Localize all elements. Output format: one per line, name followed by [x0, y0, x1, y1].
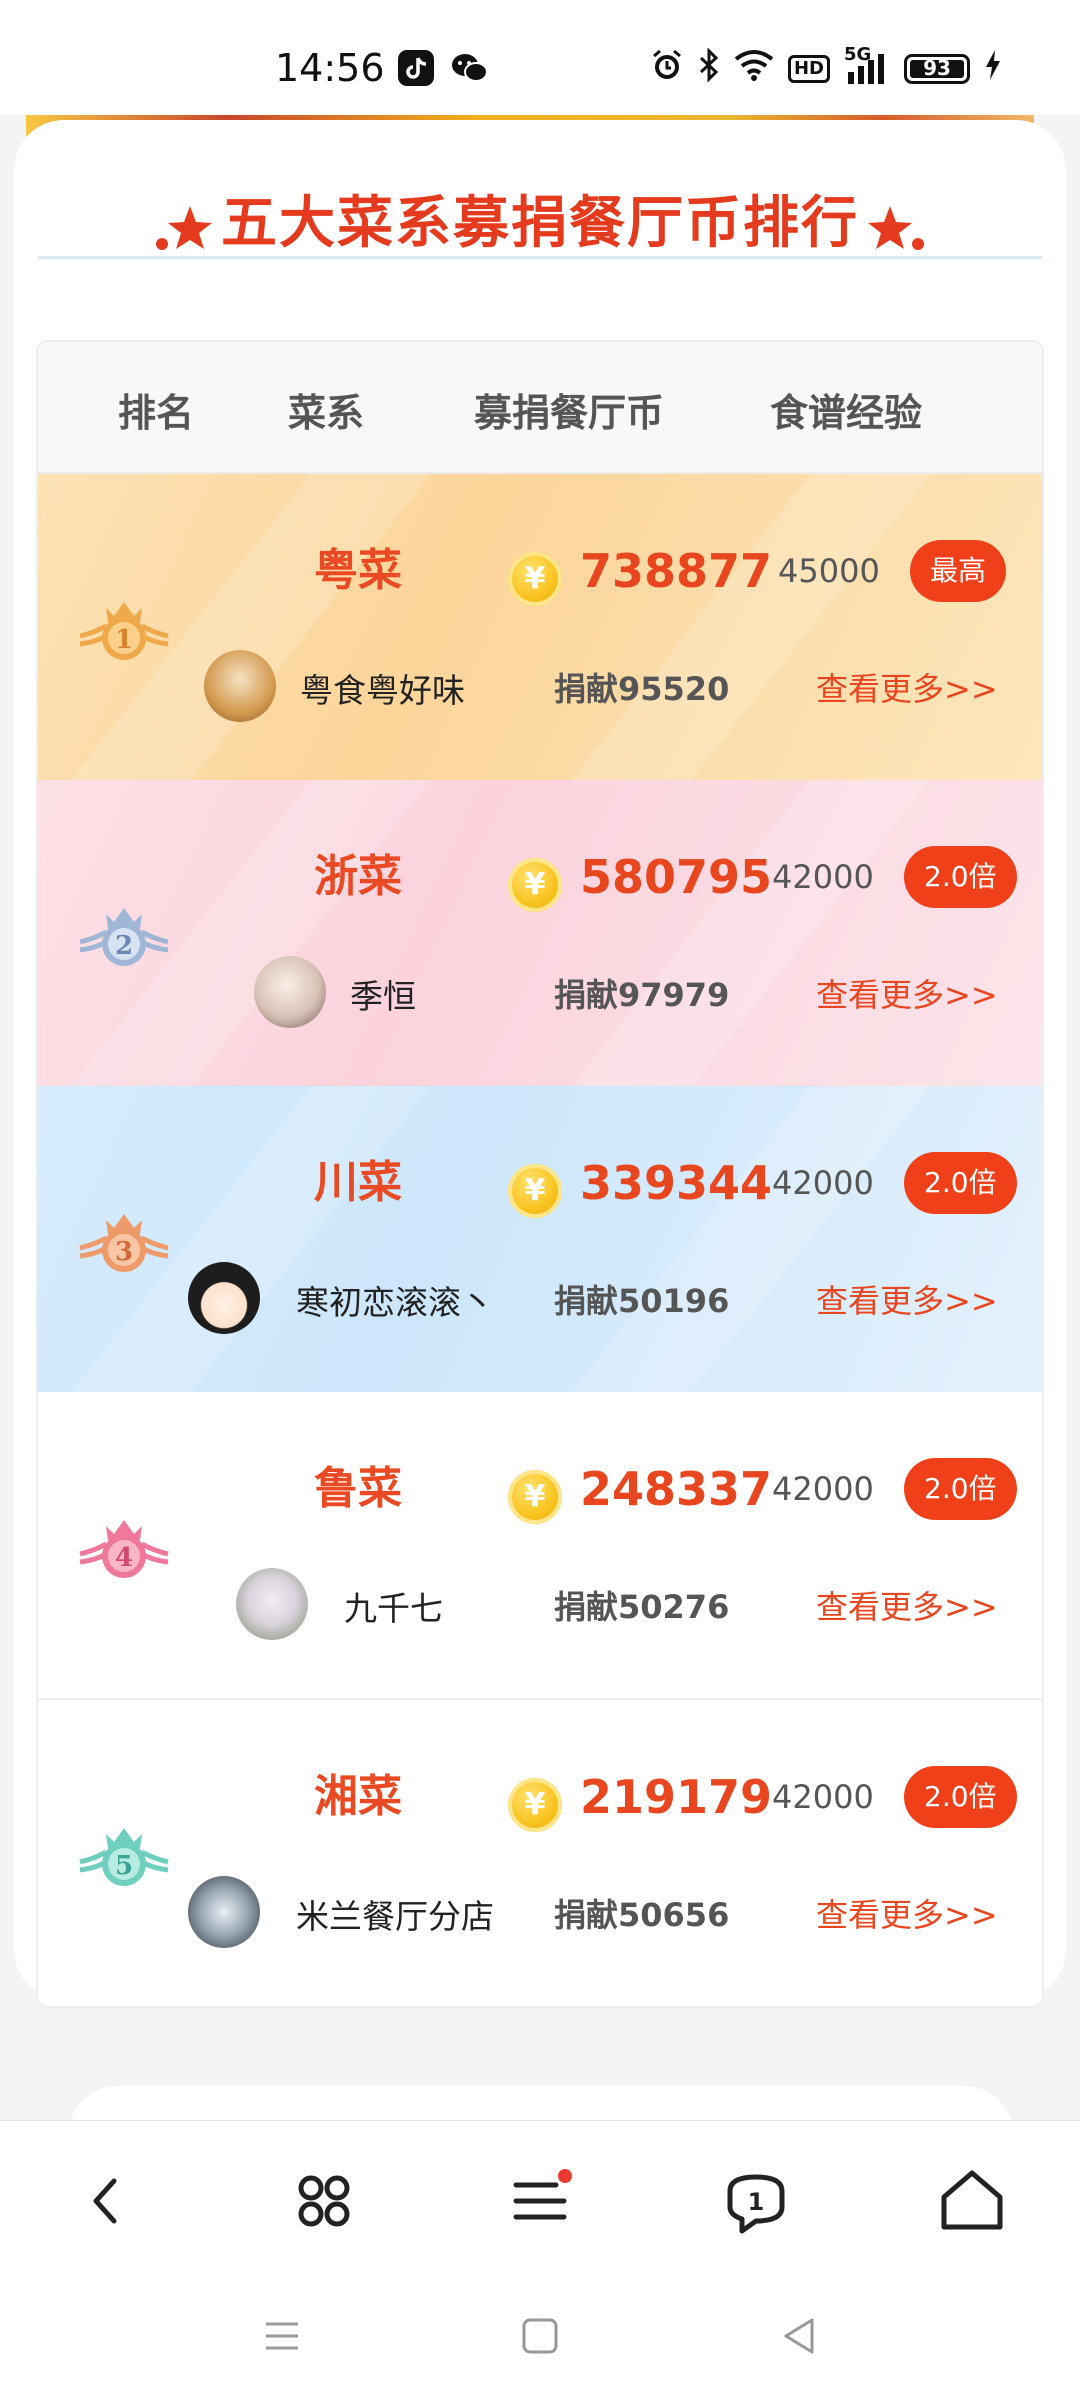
recipe-exp: 45000 — [778, 552, 880, 590]
view-more-link[interactable]: 查看更多>> — [816, 1582, 998, 1628]
recipe-exp: 42000 — [772, 1470, 874, 1508]
avatar[interactable] — [236, 1568, 308, 1640]
header-exp: 食谱经验 — [770, 391, 923, 435]
donation-amount: 捐献50656 — [554, 1896, 730, 1934]
coin-icon: ¥ — [508, 1778, 562, 1832]
coin-amount: 219179 — [580, 1770, 773, 1824]
coin-amount: 738877 — [580, 544, 773, 598]
coin-icon: ¥ — [508, 552, 562, 606]
alarm-icon — [650, 48, 684, 89]
donation-amount: 捐献97979 — [554, 976, 730, 1014]
table-header: 排名 菜系 募捐餐厅币 食谱经验 — [38, 342, 1042, 474]
svg-text:4: 4 — [115, 1543, 133, 1573]
menu-icon[interactable] — [500, 2161, 580, 2241]
status-bar: 14:56 HD 5G 93 — [0, 0, 1080, 115]
table-row: 5 湘菜 ¥ 219179 42000 2.0倍 米兰餐厅分店 捐献50656 … — [38, 1700, 1042, 2006]
svg-text:3: 3 — [115, 1237, 133, 1267]
avatar[interactable] — [204, 650, 276, 722]
ranking-card: 五大菜系募捐餐厅币排行 排名 菜系 募捐餐厅币 食谱经验 1 粤菜 ¥ 7388… — [14, 120, 1066, 2008]
rank-3-medal-icon: 3 — [79, 1214, 169, 1272]
donation-amount: 捐献50196 — [554, 1282, 730, 1320]
table-row: 2 浙菜 ¥ 580795 42000 2.0倍 季恒 捐献97979 查看更多… — [38, 780, 1042, 1086]
view-more-link[interactable]: 查看更多>> — [816, 664, 998, 710]
multiplier-badge: 最高 — [910, 540, 1007, 602]
home-icon[interactable] — [932, 2161, 1012, 2241]
screen: 14:56 HD 5G 93 五大菜系募捐餐厅币排行 排名 菜系 募捐餐厅币 食… — [0, 0, 1080, 2400]
recipe-exp: 42000 — [772, 858, 874, 896]
view-more-link[interactable]: 查看更多>> — [816, 970, 998, 1016]
rank-5-medal-icon: 5 — [79, 1828, 169, 1886]
svg-text:5: 5 — [115, 1851, 133, 1881]
signal-icon: 5G — [844, 44, 890, 86]
table-row: 1 粤菜 ¥ 738877 45000 最高 粤食粤好味 捐献95520 查看更… — [38, 474, 1042, 780]
donor-name[interactable]: 粤食粤好味 — [300, 664, 465, 712]
coin-icon: ¥ — [508, 1164, 562, 1218]
svg-text:1: 1 — [115, 625, 133, 655]
avatar[interactable] — [254, 956, 326, 1028]
battery-level: 93 — [923, 55, 951, 80]
table-row: 4 鲁菜 ¥ 248337 42000 2.0倍 九千七 捐献50276 查看更… — [38, 1392, 1042, 1700]
browser-toolbar: 1 — [0, 2120, 1080, 2271]
coin-icon: ¥ — [508, 858, 562, 912]
home-square-icon[interactable] — [518, 2314, 562, 2358]
star-decoration-icon — [156, 206, 212, 250]
title-divider — [38, 256, 1042, 259]
back-icon[interactable] — [68, 2161, 148, 2241]
rank-4-medal-icon: 4 — [79, 1520, 169, 1578]
ranking-table: 排名 菜系 募捐餐厅币 食谱经验 1 粤菜 ¥ 738877 45000 最高 — [36, 340, 1044, 2008]
star-decoration-icon — [868, 206, 924, 250]
status-icons: HD 5G 93 — [650, 44, 1002, 89]
coin-amount: 339344 — [580, 1156, 773, 1210]
ranking-title: 五大菜系募捐餐厅币排行 — [221, 191, 859, 256]
header-coins: 募捐餐厅币 — [474, 391, 665, 435]
ranking-title-wrap: 五大菜系募捐餐厅币排行 — [38, 188, 1042, 260]
coin-icon: ¥ — [508, 1470, 562, 1524]
view-more-link[interactable]: 查看更多>> — [816, 1890, 998, 1936]
apps-icon[interactable] — [284, 2161, 364, 2241]
multiplier-badge: 2.0倍 — [904, 1152, 1017, 1214]
view-more-link[interactable]: 查看更多>> — [816, 1276, 998, 1322]
multiplier-badge: 2.0倍 — [904, 1458, 1017, 1520]
donor-name[interactable]: 九千七 — [344, 1582, 443, 1630]
wechat-icon — [450, 50, 488, 86]
donation-amount: 捐献50276 — [554, 1588, 730, 1626]
tiktok-icon — [398, 50, 434, 86]
donor-name[interactable]: 寒初恋滚滚丶 — [296, 1276, 494, 1324]
notification-dot — [558, 2169, 572, 2183]
header-rank: 排名 — [118, 391, 195, 435]
rank-2-medal-icon: 2 — [79, 908, 169, 966]
coin-amount: 248337 — [580, 1462, 773, 1516]
donor-name[interactable]: 米兰餐厅分店 — [296, 1890, 494, 1938]
hd-badge: HD — [787, 54, 830, 83]
avatar[interactable] — [188, 1876, 260, 1948]
battery-icon: 93 — [904, 53, 970, 84]
system-nav-bar — [0, 2270, 1080, 2400]
cuisine-name: 粤菜 — [314, 545, 402, 596]
cuisine-name: 浙菜 — [314, 851, 402, 902]
recipe-exp: 42000 — [772, 1778, 874, 1816]
cuisine-name: 湘菜 — [314, 1771, 402, 1822]
back-triangle-icon[interactable] — [778, 2314, 822, 2358]
cuisine-name: 鲁菜 — [314, 1463, 402, 1514]
svg-text:2: 2 — [115, 931, 133, 961]
table-row: 3 川菜 ¥ 339344 42000 2.0倍 寒初恋滚滚丶 捐献50196 … — [38, 1086, 1042, 1392]
wifi-icon — [734, 49, 774, 88]
status-time: 14:56 — [275, 46, 385, 90]
rank-1-medal-icon: 1 — [79, 602, 169, 660]
tabs-icon[interactable]: 1 — [716, 2161, 796, 2241]
recents-icon[interactable] — [260, 2314, 304, 2358]
charging-icon — [984, 48, 1002, 89]
header-cuisine: 菜系 — [288, 391, 365, 435]
donor-name[interactable]: 季恒 — [350, 970, 416, 1018]
avatar[interactable] — [188, 1262, 260, 1334]
donation-amount: 捐献95520 — [554, 670, 730, 708]
bluetooth-icon — [698, 47, 720, 89]
multiplier-badge: 2.0倍 — [904, 846, 1017, 908]
cuisine-name: 川菜 — [314, 1157, 402, 1208]
multiplier-badge: 2.0倍 — [904, 1766, 1017, 1828]
coin-amount: 580795 — [580, 850, 773, 904]
recipe-exp: 42000 — [772, 1164, 874, 1202]
svg-text:1: 1 — [748, 2188, 765, 2216]
